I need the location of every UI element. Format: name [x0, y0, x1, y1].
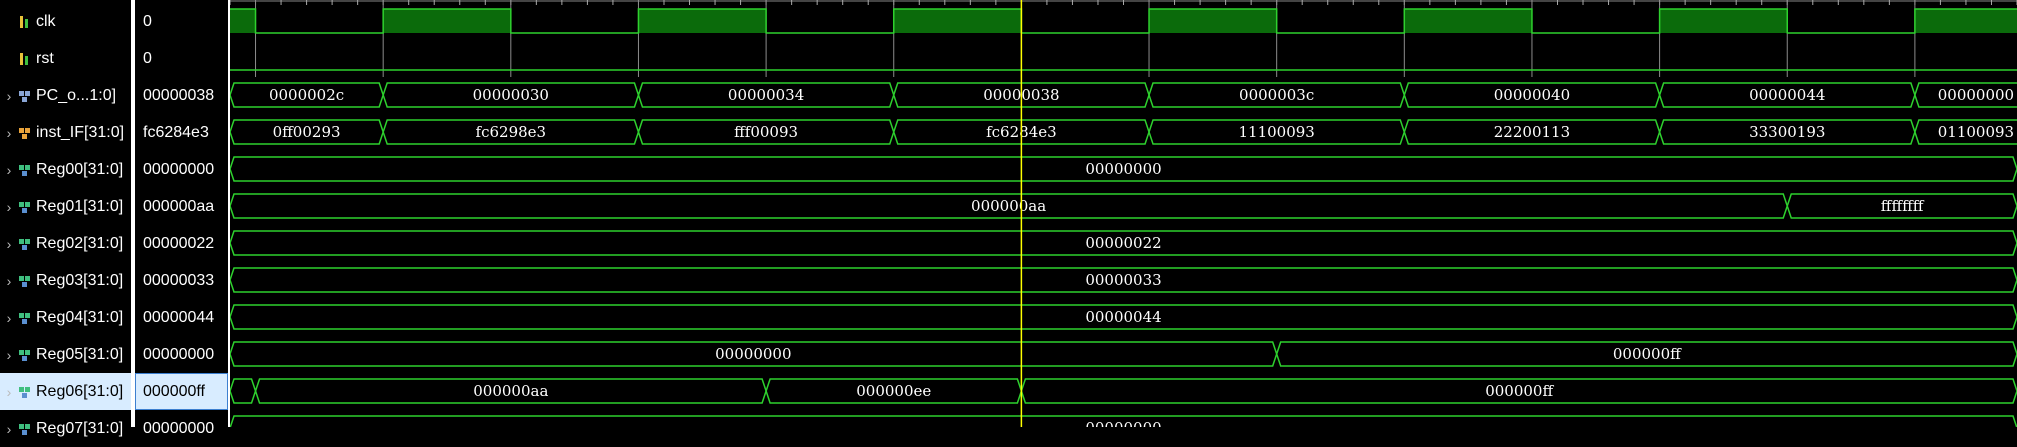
signal-name-label: Reg05[31:0] — [36, 345, 124, 363]
clock-high-fill — [638, 9, 767, 33]
bus-value-label: 00000044 — [1749, 86, 1825, 104]
signal-value-cell[interactable]: 000000aa — [135, 188, 228, 225]
expand-chevron-icon[interactable]: › — [0, 199, 18, 215]
register-signal-icon — [18, 274, 36, 288]
signal-name-row[interactable]: › Reg02[31:0] — [0, 225, 131, 262]
bus-value-label: 01100093 — [1938, 123, 2014, 141]
signal-name-label: Reg04[31:0] — [36, 308, 124, 326]
register-signal-icon — [18, 237, 36, 251]
signal-value-cell[interactable]: 0 — [135, 3, 228, 40]
clock-high-fill — [383, 9, 511, 33]
signal-name-label: Reg06[31:0] — [36, 382, 124, 400]
bus-value-label: 00000022 — [1085, 234, 1161, 252]
signal-name-label: clk — [36, 12, 56, 30]
clock-signal-icon — [18, 15, 36, 29]
bus-value-label: ffffffff — [1881, 197, 1925, 215]
signal-name-label: PC_o...1:0] — [36, 86, 117, 104]
clock-high-fill — [1659, 9, 1788, 33]
bus-value-label: 00000000 — [1085, 160, 1161, 178]
bus-value-label: 00000000 — [1085, 419, 1161, 427]
signal-value-cell[interactable]: 00000038 — [135, 77, 228, 114]
expand-chevron-icon[interactable]: › — [0, 125, 18, 141]
signal-value-cell[interactable]: 00000000 — [135, 410, 228, 447]
bus-value-label: 00000040 — [1494, 86, 1570, 104]
bus-value-label: 33300193 — [1749, 123, 1825, 141]
waveform-svg[interactable]: 0000002c 00000030 00000034 00000038 0000003c… — [230, 0, 2017, 427]
bus-value-label: 0000003c — [1239, 86, 1314, 104]
signal-value-cell[interactable]: 00000033 — [135, 262, 228, 299]
expand-chevron-icon[interactable]: › — [0, 273, 18, 289]
signal-name-panel: clk rst › PC_o...1:0] › inst_IF[31:0] › Reg00[3… — [0, 0, 131, 437]
clock-high-fill — [1404, 9, 1532, 33]
bus-value-label: 00000000 — [715, 345, 791, 363]
bus-value-label: 00000030 — [473, 86, 549, 104]
clock-high-fill — [893, 9, 1022, 33]
signal-name-row[interactable]: › Reg00[31:0] — [0, 151, 131, 188]
reset-signal-icon — [18, 52, 36, 66]
signal-name-label: Reg01[31:0] — [36, 197, 124, 215]
clock-high-fill — [1149, 9, 1277, 33]
bus-value-label: 00000034 — [728, 86, 804, 104]
signal-name-label: inst_IF[31:0] — [36, 123, 125, 141]
bus-value-label: fc6298e3 — [476, 123, 547, 141]
signal-name-label: Reg03[31:0] — [36, 271, 124, 289]
signal-name-label: Reg02[31:0] — [36, 234, 124, 252]
register-signal-icon — [18, 422, 36, 436]
bus-value-label: fff00093 — [734, 123, 798, 141]
bus-value-label: 00000033 — [1085, 271, 1161, 289]
signal-value-cell[interactable]: 00000000 — [135, 336, 228, 373]
expand-chevron-icon[interactable]: › — [0, 236, 18, 252]
clock-high-fill — [1914, 9, 2017, 33]
register-signal-icon — [18, 311, 36, 325]
clock-high-fill — [230, 9, 256, 33]
register-signal-icon — [18, 348, 36, 362]
waveform-canvas[interactable]: 0000002c 00000030 00000034 00000038 0000003c… — [230, 0, 2017, 427]
signal-name-label: Reg00[31:0] — [36, 160, 124, 178]
expand-chevron-icon[interactable]: › — [0, 162, 18, 178]
bus-signal-icon — [18, 89, 36, 103]
signal-name-row[interactable]: › PC_o...1:0] — [0, 77, 131, 114]
bus-value-label: 0ff00293 — [273, 123, 341, 141]
bus-value-label: 000000ee — [856, 382, 931, 400]
bus-value-label: 000000aa — [473, 382, 548, 400]
register-signal-icon — [18, 200, 36, 214]
bus-value-label: 22200113 — [1494, 123, 1570, 141]
signal-value-panel: 0 0 00000038 fc6284e3 00000000 000000aa 000000… — [135, 0, 228, 437]
signal-name-row[interactable]: › Reg07[31:0] — [0, 410, 131, 447]
signal-name-row[interactable]: › Reg01[31:0] — [0, 188, 131, 225]
signal-name-row[interactable]: clk — [0, 3, 131, 40]
expand-chevron-icon[interactable]: › — [0, 421, 18, 437]
bus-value-label: 00000044 — [1085, 308, 1161, 326]
expand-chevron-icon[interactable]: › — [0, 347, 18, 363]
signal-value-cell[interactable]: 000000ff — [135, 373, 228, 410]
signal-name-label: rst — [36, 49, 54, 67]
signal-name-row[interactable]: › Reg05[31:0] — [0, 336, 131, 373]
register-signal-icon — [18, 385, 36, 399]
signal-name-row[interactable]: › Reg04[31:0] — [0, 299, 131, 336]
expand-chevron-icon[interactable]: › — [0, 310, 18, 326]
signal-name-row[interactable]: › Reg03[31:0] — [0, 262, 131, 299]
signal-value-cell[interactable]: fc6284e3 — [135, 114, 228, 151]
bus-value-label: 000000ff — [1613, 345, 1682, 363]
signal-name-row[interactable]: rst — [0, 40, 131, 77]
signal-value-cell[interactable]: 0 — [135, 40, 228, 77]
signal-value-cell[interactable]: 00000000 — [135, 151, 228, 188]
expand-chevron-icon[interactable]: › — [0, 88, 18, 104]
bus-value-label: 11100093 — [1238, 123, 1314, 141]
signal-name-row[interactable]: › Reg06[31:0] — [0, 373, 131, 410]
bus-signal-orange-icon — [18, 126, 36, 140]
signal-name-label: Reg07[31:0] — [36, 419, 124, 437]
bus-value-label: 000000aa — [971, 197, 1046, 215]
bus-value-label: 00000000 — [1938, 86, 2014, 104]
bus-value-label: 000000ff — [1485, 382, 1554, 400]
register-signal-icon — [18, 163, 36, 177]
signal-value-cell[interactable]: 00000044 — [135, 299, 228, 336]
signal-name-row[interactable]: › inst_IF[31:0] — [0, 114, 131, 151]
bus-value-label: 0000002c — [269, 86, 344, 104]
signal-value-cell[interactable]: 00000022 — [135, 225, 228, 262]
expand-chevron-icon[interactable]: › — [0, 384, 18, 400]
